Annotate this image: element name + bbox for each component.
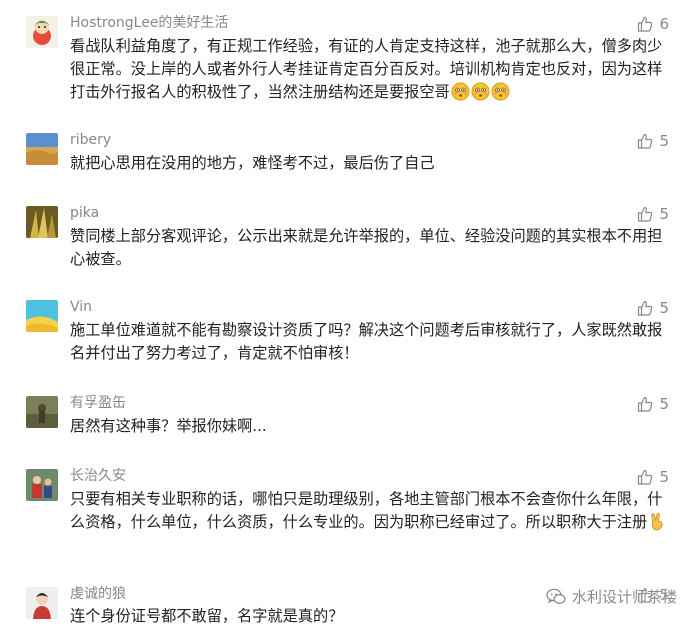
comment-text: 施工单位难道就不能有勘察设计资质了吗？解决这个问题考后审核就行了，人家既然敢报名… [70, 321, 663, 362]
flushed-emoji-icon [470, 82, 490, 101]
like-count: 5 [659, 299, 669, 317]
avatar-image [26, 133, 58, 165]
thumbs-up-icon [638, 16, 653, 32]
comment-text-content: 只要有相关专业职称的话，哪怕只是助理级别，各地主管部门根本不会查你什么年限，什么… [70, 490, 663, 531]
avatar-image [26, 16, 58, 48]
username[interactable]: ribery [70, 131, 111, 149]
avatar[interactable] [26, 587, 58, 619]
like-count: 5 [659, 205, 669, 223]
username[interactable]: HostrongLee的美好生活 [70, 14, 228, 32]
thumbs-up-icon [638, 133, 653, 149]
avatar[interactable] [26, 469, 58, 501]
thumbs-up-icon [638, 300, 653, 316]
thumbs-up-icon [638, 469, 653, 485]
thumbs-up-icon [638, 396, 653, 412]
comment-text: 就把心思用在没用的地方，难怪考不过，最后伤了自己 [70, 154, 435, 172]
watermark: 水利设计师茶楼 [546, 586, 677, 607]
username[interactable]: Vin [70, 298, 92, 316]
wechat-icon [546, 588, 566, 604]
avatar-image [26, 396, 58, 428]
username[interactable]: pika [70, 204, 99, 222]
like-count: 5 [659, 395, 669, 413]
avatar[interactable] [26, 300, 58, 332]
avatar-image [26, 300, 58, 332]
comment-text: 连个身份证号都不敢留，名字就是真的？ [70, 607, 344, 625]
username[interactable]: 虔诚的狼 [70, 585, 126, 603]
like-button[interactable]: 5 [637, 204, 669, 224]
avatar-image [26, 587, 58, 619]
avatar[interactable] [26, 16, 58, 48]
like-button[interactable]: 5 [637, 298, 669, 318]
username[interactable]: 长治久安 [70, 467, 126, 485]
flushed-emoji-icon [450, 82, 470, 101]
like-count: 5 [659, 132, 669, 150]
avatar-image [26, 469, 58, 501]
like-button[interactable]: 5 [637, 394, 669, 414]
like-count: 5 [659, 468, 669, 486]
victory-hand-emoji-icon [647, 513, 667, 531]
avatar-image [26, 206, 58, 238]
like-button[interactable]: 5 [637, 131, 669, 151]
avatar[interactable] [26, 396, 58, 428]
like-button[interactable]: 6 [637, 14, 669, 34]
comment-text: 赞同楼上部分客观评论，公示出来就是允许举报的，单位、经验没问题的其实根本不用担心… [70, 227, 663, 268]
avatar[interactable] [26, 133, 58, 165]
comment-text-content: 看战队利益角度了，有正规工作经验，有证的人肯定支持这样，池子就那么大，僧多肉少很… [70, 37, 663, 101]
avatar[interactable] [26, 206, 58, 238]
like-count: 6 [659, 15, 669, 33]
thumbs-up-icon [638, 206, 653, 222]
comment-text: 只要有相关专业职称的话，哪怕只是助理级别，各地主管部门根本不会查你什么年限，什么… [70, 488, 670, 534]
watermark-text: 水利设计师茶楼 [571, 588, 677, 606]
username[interactable]: 有孚盈缶 [70, 394, 126, 412]
like-button[interactable]: 5 [637, 467, 669, 487]
flushed-emoji-icon [490, 82, 510, 101]
comment-text: 看战队利益角度了，有正规工作经验，有证的人肯定支持这样，池子就那么大，僧多肉少很… [70, 35, 670, 104]
comment-text: 居然有这种事？举报你妹啊... [70, 417, 267, 435]
